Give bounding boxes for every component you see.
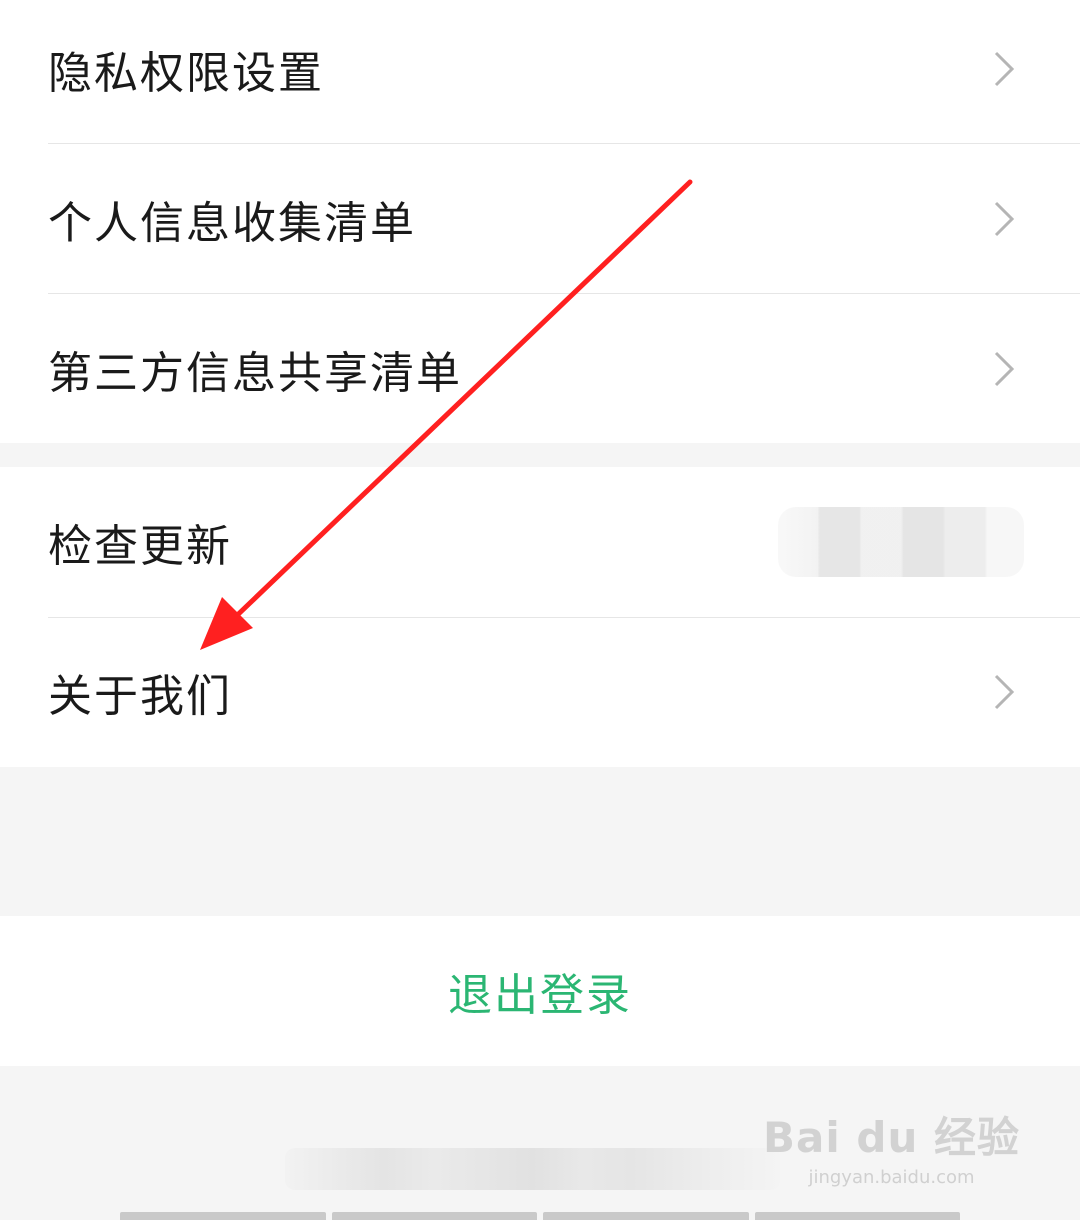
bottom-bar	[331, 1212, 537, 1220]
bottom-bar	[120, 1212, 326, 1220]
logout-button[interactable]: 退出登录	[0, 916, 1080, 1066]
about-us-row[interactable]: 关于我们	[0, 617, 1080, 767]
watermark-url: jingyan.baidu.com	[808, 1167, 975, 1188]
personal-info-collection-list-label: 个人信息收集清单	[48, 198, 416, 249]
chevron-right-icon	[994, 51, 1015, 87]
third-party-info-sharing-list-row[interactable]: 第三方信息共享清单	[0, 294, 1080, 444]
bottom-bar	[754, 1212, 960, 1220]
footer-text-blurred	[285, 1148, 780, 1190]
settings-group-privacy: 隐私权限设置 个人信息收集清单 第三方信息共享清单	[0, 0, 1080, 443]
watermark-brand: Bai du 经验	[763, 1113, 1020, 1162]
bottom-nav-bars	[120, 1212, 960, 1220]
chevron-right-icon	[994, 351, 1015, 387]
bottom-bar	[543, 1212, 749, 1220]
settings-group-app: 检查更新 关于我们	[0, 467, 1080, 767]
baidu-jingyan-watermark: Bai du 经验 jingyan.baidu.com	[763, 1104, 1020, 1188]
chevron-right-icon	[994, 201, 1015, 237]
check-update-row[interactable]: 检查更新	[0, 467, 1080, 617]
about-us-label: 关于我们	[48, 671, 232, 722]
check-update-label: 检查更新	[48, 521, 232, 572]
logout-label: 退出登录	[448, 970, 632, 1021]
version-value-blurred	[778, 507, 1024, 577]
chevron-right-icon	[994, 674, 1015, 710]
privacy-permission-settings-label: 隐私权限设置	[48, 48, 324, 99]
personal-info-collection-list-row[interactable]: 个人信息收集清单	[0, 144, 1080, 294]
privacy-permission-settings-row[interactable]: 隐私权限设置	[0, 0, 1080, 144]
third-party-info-sharing-list-label: 第三方信息共享清单	[48, 348, 462, 399]
